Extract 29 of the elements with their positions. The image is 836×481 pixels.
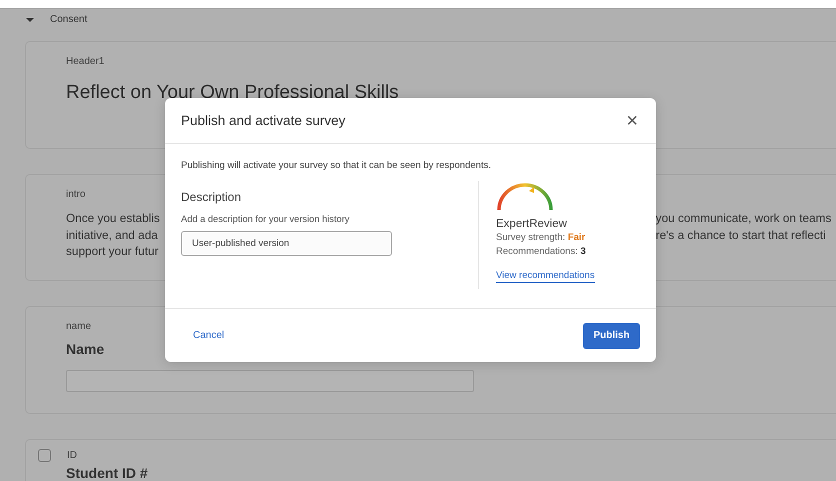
recommendations-count: Recommendations: 3 xyxy=(496,245,586,259)
dialog-title: Publish and activate survey xyxy=(181,113,346,128)
close-button[interactable]: × xyxy=(626,110,638,130)
intro-text: re's a chance to start that reflecti xyxy=(656,226,827,243)
publish-button[interactable]: Publish xyxy=(583,322,640,348)
question-title: Name xyxy=(66,341,104,358)
checkbox[interactable] xyxy=(38,449,51,462)
description-field[interactable]: User-published version xyxy=(181,231,392,256)
survey-strength: Survey strength: Fair xyxy=(496,231,586,245)
block-tag: name xyxy=(66,321,92,333)
cancel-button[interactable]: Cancel xyxy=(181,324,236,347)
intro-text: initiative, and ada xyxy=(66,226,159,243)
gauge-icon xyxy=(496,181,554,211)
intro-text: Once you establis xyxy=(66,210,161,226)
review-title: ExpertReview xyxy=(496,217,567,231)
block-tag: Header1 xyxy=(66,56,104,68)
section-title: Consent xyxy=(50,14,88,25)
view-recommendations-link[interactable]: View recommendations xyxy=(496,270,595,283)
block-tag: intro xyxy=(66,189,86,201)
caret-icon[interactable] xyxy=(26,16,34,22)
description-label: Description xyxy=(181,190,242,204)
header-title: Reflect on Your Own Professional Skills xyxy=(66,82,399,104)
dialog-message: Publishing will activate your survey so that it can be seen by respondents. xyxy=(181,160,492,172)
intro-text: support your futur xyxy=(66,243,160,260)
description-hint: Add a description for your version history xyxy=(181,214,350,225)
block-tag: ID xyxy=(67,450,77,462)
question-title: Student ID # xyxy=(66,465,148,481)
text-area[interactable] xyxy=(66,370,474,392)
intro-text: you communicate, work on teams xyxy=(656,210,832,226)
